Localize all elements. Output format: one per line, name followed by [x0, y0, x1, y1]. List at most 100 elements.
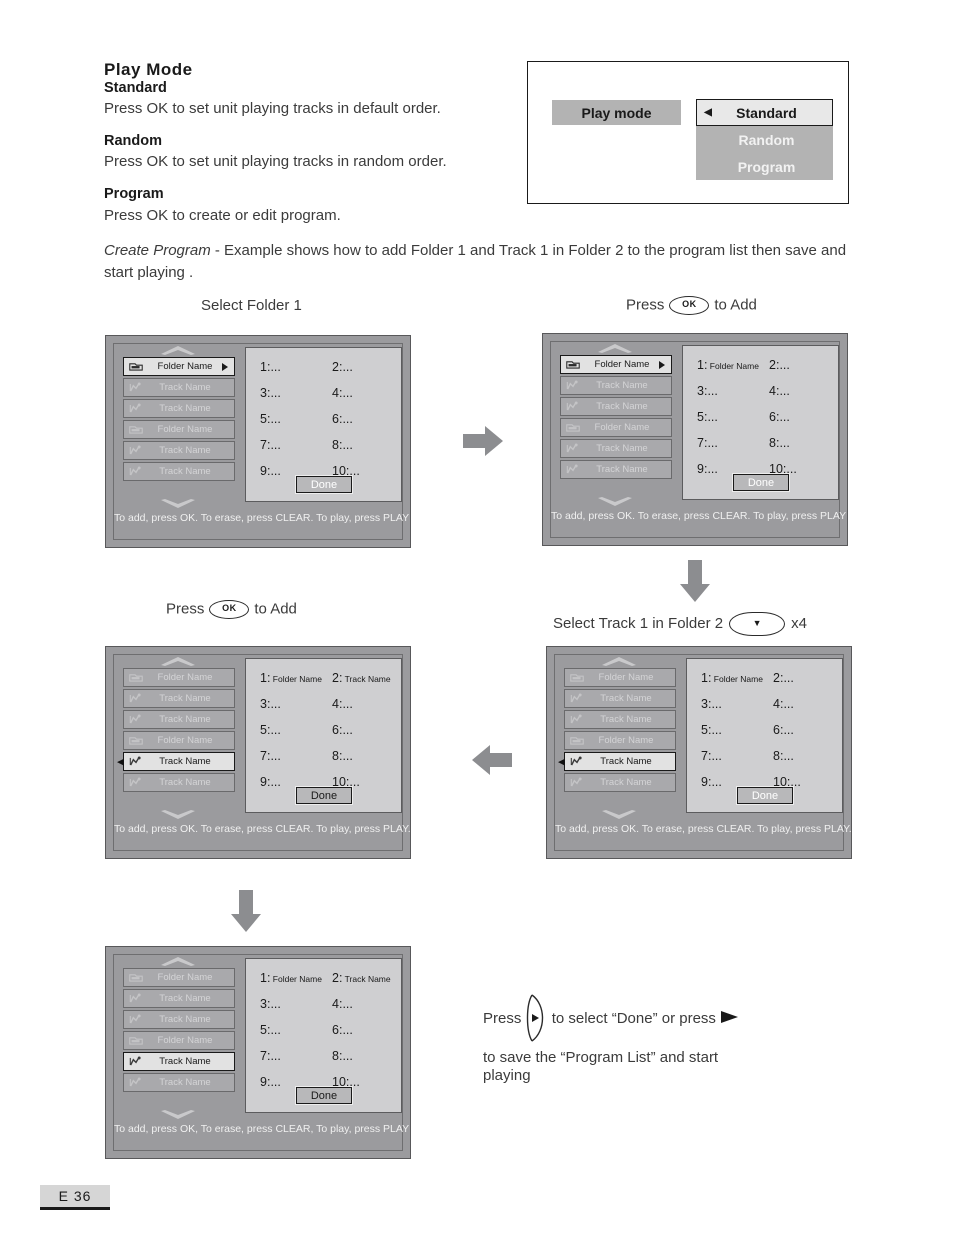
list-item[interactable]: Track Name: [560, 397, 672, 416]
list-item[interactable]: ◀ Track Name: [117, 752, 235, 771]
list-item[interactable]: Folder Name: [123, 968, 235, 987]
scroll-down-icon[interactable]: [564, 810, 674, 819]
done-button[interactable]: Done: [736, 786, 794, 805]
scroll-down-icon[interactable]: [123, 499, 233, 508]
program-slot[interactable]: 6:...: [769, 410, 790, 424]
program-slot[interactable]: 1: Folder Name: [260, 971, 322, 985]
scroll-down-icon[interactable]: [123, 1110, 233, 1119]
program-slot[interactable]: 7:...: [697, 436, 718, 450]
scroll-up-icon[interactable]: [123, 957, 233, 966]
list-item-label: Folder Name: [157, 1035, 213, 1046]
program-slot[interactable]: 7:...: [260, 1049, 281, 1063]
program-slot[interactable]: 4:...: [773, 697, 794, 711]
program-slot[interactable]: 6:...: [332, 412, 353, 426]
scroll-down-icon[interactable]: [123, 810, 233, 819]
program-slot[interactable]: 8:...: [773, 749, 794, 763]
program-slot[interactable]: 5:...: [260, 723, 281, 737]
scroll-up-icon[interactable]: [123, 346, 233, 355]
list-item[interactable]: Track Name: [123, 1073, 235, 1092]
list-item[interactable]: Folder Name: [560, 418, 672, 437]
list-item[interactable]: Track Name: [123, 710, 235, 729]
scroll-down-icon[interactable]: [560, 497, 670, 506]
list-item[interactable]: Track Name: [560, 460, 672, 479]
list-item[interactable]: Folder Name: [123, 1031, 235, 1050]
program-slot-number: 2:: [769, 358, 780, 372]
program-slot[interactable]: 4:...: [332, 386, 353, 400]
program-slot[interactable]: 9:...: [697, 462, 718, 476]
done-button[interactable]: Done: [295, 1086, 353, 1105]
program-slot[interactable]: 3:...: [260, 997, 281, 1011]
list-item[interactable]: Track Name: [123, 773, 235, 792]
program-slot[interactable]: 1: Folder Name: [701, 671, 763, 685]
program-slot[interactable]: 2: Track Name: [332, 971, 391, 985]
list-item[interactable]: Track Name: [123, 399, 235, 418]
program-slot-value: ...: [270, 697, 281, 711]
program-slot[interactable]: 4:...: [769, 384, 790, 398]
list-item[interactable]: Folder Name: [564, 668, 676, 687]
program-slot[interactable]: 1: Folder Name: [697, 358, 759, 372]
program-slot[interactable]: 8:...: [332, 1049, 353, 1063]
scroll-up-icon[interactable]: [560, 344, 670, 353]
list-item[interactable]: Track Name: [564, 689, 676, 708]
program-slot[interactable]: 9:...: [701, 775, 722, 789]
program-slot[interactable]: 7:...: [260, 438, 281, 452]
program-slot[interactable]: 5:...: [701, 723, 722, 737]
program-slot-number: 7:: [701, 749, 712, 763]
list-item[interactable]: ◀ Track Name: [558, 752, 676, 771]
program-slot[interactable]: 3:...: [701, 697, 722, 711]
program-slot[interactable]: 4:...: [332, 997, 353, 1011]
program-slot[interactable]: 8:...: [769, 436, 790, 450]
list-item[interactable]: Folder Name: [123, 731, 235, 750]
program-slot[interactable]: 3:...: [260, 386, 281, 400]
list-item-label: Folder Name: [598, 672, 654, 683]
list-item[interactable]: Track Name: [123, 689, 235, 708]
list-item[interactable]: Track Name: [564, 773, 676, 792]
scroll-up-icon[interactable]: [564, 657, 674, 666]
program-slot[interactable]: 1:...: [260, 360, 281, 374]
program-slot-number: 9:: [260, 1075, 271, 1089]
program-slot[interactable]: 9:...: [260, 1075, 281, 1089]
program-slot[interactable]: 3:...: [260, 697, 281, 711]
list-item[interactable]: Folder Name: [560, 355, 672, 374]
done-button[interactable]: Done: [295, 475, 353, 494]
program-slot[interactable]: 5:...: [260, 412, 281, 426]
list-item[interactable]: Folder Name: [123, 420, 235, 439]
list-item[interactable]: Folder Name: [123, 357, 235, 376]
program-slot[interactable]: 3:...: [697, 384, 718, 398]
program-slot[interactable]: 5:...: [697, 410, 718, 424]
program-slot[interactable]: 5:...: [260, 1023, 281, 1037]
list-item[interactable]: Track Name: [123, 1052, 235, 1071]
list-item[interactable]: Track Name: [123, 1010, 235, 1029]
done-button[interactable]: Done: [295, 786, 353, 805]
done-button[interactable]: Done: [732, 473, 790, 492]
program-slot[interactable]: 6:...: [332, 1023, 353, 1037]
program-slot[interactable]: 2:...: [769, 358, 790, 372]
play-mode-option-standard[interactable]: ◀ Standard: [696, 99, 833, 126]
play-mode-option-program[interactable]: Program: [696, 153, 833, 180]
program-slot[interactable]: 8:...: [332, 749, 353, 763]
play-mode-option-random[interactable]: Random: [696, 126, 833, 153]
list-item[interactable]: Track Name: [123, 441, 235, 460]
list-item[interactable]: Track Name: [564, 710, 676, 729]
list-item[interactable]: Track Name: [123, 378, 235, 397]
list-item[interactable]: Track Name: [560, 439, 672, 458]
list-item[interactable]: Track Name: [123, 989, 235, 1008]
scroll-up-icon[interactable]: [123, 657, 233, 666]
program-slot[interactable]: 7:...: [701, 749, 722, 763]
program-slot[interactable]: 9:...: [260, 464, 281, 478]
program-slot[interactable]: 2:...: [332, 360, 353, 374]
program-slot[interactable]: 1: Folder Name: [260, 671, 322, 685]
program-slot-value: ...: [707, 436, 718, 450]
list-item[interactable]: Folder Name: [123, 668, 235, 687]
program-slot[interactable]: 2: Track Name: [332, 671, 391, 685]
program-slot[interactable]: 2:...: [773, 671, 794, 685]
program-slot[interactable]: 4:...: [332, 697, 353, 711]
program-slot[interactable]: 9:...: [260, 775, 281, 789]
list-item[interactable]: Track Name: [560, 376, 672, 395]
program-slot[interactable]: 6:...: [332, 723, 353, 737]
list-item[interactable]: Folder Name: [564, 731, 676, 750]
program-slot[interactable]: 7:...: [260, 749, 281, 763]
list-item[interactable]: Track Name: [123, 462, 235, 481]
program-slot[interactable]: 8:...: [332, 438, 353, 452]
program-slot[interactable]: 6:...: [773, 723, 794, 737]
